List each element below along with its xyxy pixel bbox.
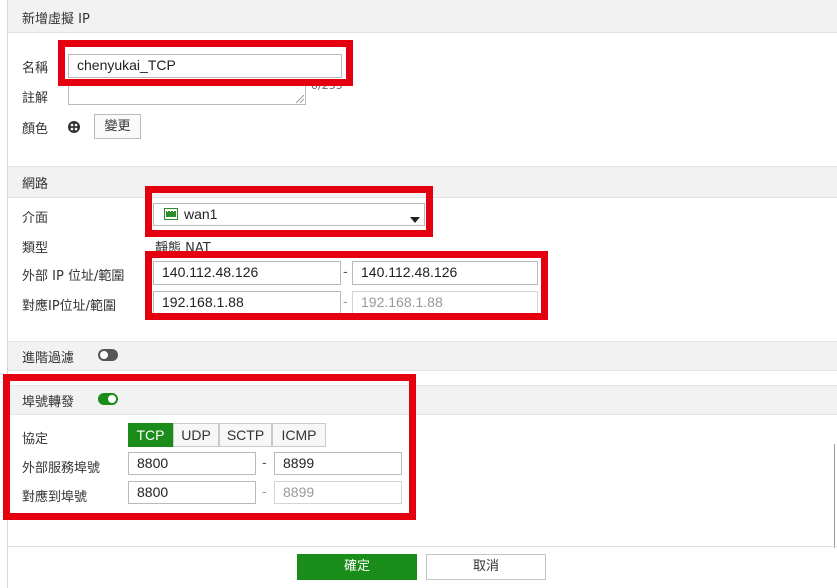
external-ip-start-input[interactable]: 140.112.48.126: [153, 261, 341, 285]
type-label: 類型: [22, 241, 49, 256]
change-color-button[interactable]: 變更: [94, 114, 141, 139]
mapped-ip-label: 對應IP位址/範圍: [22, 299, 117, 314]
resize-handle-icon[interactable]: [296, 95, 304, 103]
interface-select[interactable]: wan1: [153, 203, 425, 226]
comment-counter: 0/255: [311, 79, 343, 92]
dialog-header: [8, 0, 837, 33]
network-section-header: [8, 166, 837, 198]
left-border: [7, 0, 8, 588]
ok-button[interactable]: 確定: [297, 554, 417, 580]
cancel-button[interactable]: 取消: [426, 554, 546, 580]
type-value: 靜態 NAT: [155, 241, 211, 256]
protocol-udp-button[interactable]: UDP: [173, 423, 219, 447]
mapped-ip-start-input[interactable]: 192.168.1.88: [153, 291, 341, 315]
page-title: 新增虛擬 IP: [22, 12, 90, 27]
protocol-tcp-button[interactable]: TCP: [128, 423, 173, 447]
range-dash: -: [343, 295, 348, 310]
interface-label: 介面: [22, 211, 49, 226]
advanced-filter-label: 進階過濾: [22, 351, 75, 366]
comment-label: 註解: [22, 91, 49, 106]
color-label: 顏色: [22, 122, 49, 137]
advanced-filter-toggle[interactable]: [98, 349, 118, 361]
mapped-ip-end-input[interactable]: 192.168.1.88: [352, 291, 538, 315]
footer-divider: [8, 546, 837, 547]
comment-textarea[interactable]: [68, 80, 306, 105]
name-input[interactable]: chenyukai_TCP: [68, 54, 342, 78]
mapped-port-label: 對應到埠號: [22, 490, 88, 505]
protocol-sctp-button[interactable]: SCTP: [219, 423, 272, 447]
protocol-icmp-button[interactable]: ICMP: [272, 423, 326, 447]
range-dash: -: [343, 265, 348, 280]
interface-value: wan1: [184, 206, 218, 222]
palette-icon: [67, 120, 81, 134]
port-forward-toggle[interactable]: [98, 393, 118, 405]
mapped-port-end-input[interactable]: 8899: [274, 481, 402, 504]
chevron-down-icon[interactable]: [410, 212, 420, 227]
external-ip-end-input[interactable]: 140.112.48.126: [352, 261, 538, 285]
protocol-label: 協定: [22, 432, 49, 447]
advanced-filter-row: [8, 341, 837, 371]
scrollbar[interactable]: [834, 444, 835, 548]
external-port-end-input[interactable]: 8899: [274, 452, 402, 475]
range-dash: -: [262, 456, 267, 471]
port-forward-header: [8, 385, 837, 415]
external-ip-label: 外部 IP 位址/範圍: [22, 269, 125, 284]
name-label: 名稱: [22, 61, 49, 76]
external-port-start-input[interactable]: 8800: [128, 452, 256, 475]
network-section-title: 網路: [22, 177, 49, 192]
mapped-port-start-input[interactable]: 8800: [128, 481, 256, 504]
network-port-icon: [164, 208, 178, 220]
port-forward-label: 埠號轉發: [22, 395, 75, 410]
external-port-label: 外部服務埠號: [22, 461, 101, 476]
range-dash: -: [262, 485, 267, 500]
